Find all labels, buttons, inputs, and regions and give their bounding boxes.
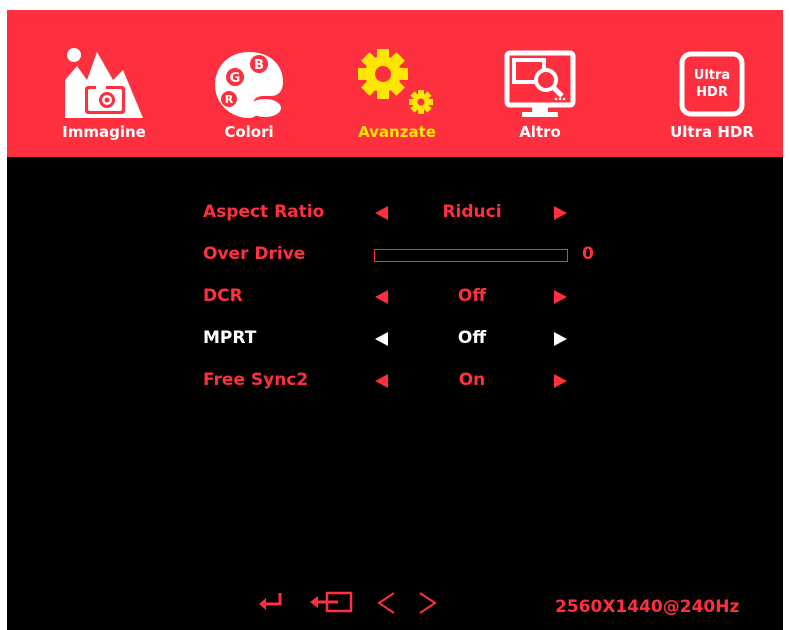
exit-icon[interactable] xyxy=(310,590,354,618)
setting-over-drive[interactable]: Over Drive 0 xyxy=(7,240,783,270)
tab-avanzate[interactable]: Avanzate xyxy=(332,10,462,157)
setting-free-sync2[interactable]: Free Sync2 On xyxy=(7,366,783,396)
arrow-left-icon[interactable] xyxy=(375,332,388,346)
setting-value: Off xyxy=(457,286,487,306)
hdr-badge-line1: Ultra xyxy=(694,68,730,83)
setting-label: DCR xyxy=(203,286,243,306)
setting-label: MPRT xyxy=(203,328,257,348)
setting-mprt[interactable]: MPRT Off xyxy=(7,324,783,354)
setting-value: Riduci xyxy=(442,202,502,222)
arrow-left-icon[interactable] xyxy=(375,374,388,388)
setting-label: Over Drive xyxy=(203,244,306,264)
color-palette-icon: B G R xyxy=(213,50,285,124)
hdr-badge-line2: HDR xyxy=(696,85,728,100)
arrow-right-icon[interactable] xyxy=(554,206,567,220)
over-drive-slider[interactable] xyxy=(374,249,568,262)
setting-label: Aspect Ratio xyxy=(203,202,325,222)
tab-colori[interactable]: B G R Colori xyxy=(184,10,314,157)
enter-icon[interactable] xyxy=(257,590,285,618)
image-icon xyxy=(63,46,145,122)
ultra-hdr-icon: Ultra HDR xyxy=(679,51,745,121)
tab-label: Immagine xyxy=(62,123,146,141)
arrow-right-icon[interactable] xyxy=(554,332,567,346)
tab-immagine[interactable]: Immagine xyxy=(39,10,169,157)
setting-value: 0 xyxy=(582,244,594,264)
palette-letter-g: G xyxy=(230,71,241,86)
setting-value: Off xyxy=(457,328,487,348)
monitor-search-icon xyxy=(504,50,576,122)
left-icon[interactable] xyxy=(375,590,399,620)
gear-icon xyxy=(355,48,439,122)
tab-label: Ultra HDR xyxy=(670,123,754,141)
arrow-right-icon[interactable] xyxy=(554,374,567,388)
right-icon[interactable] xyxy=(415,590,439,620)
palette-letter-r: R xyxy=(225,93,234,106)
tab-label: Altro xyxy=(519,123,561,141)
arrow-right-icon[interactable] xyxy=(554,290,567,304)
setting-dcr[interactable]: DCR Off xyxy=(7,282,783,312)
osd-menu: Immagine B G R Colori Avanzate Altro Ult… xyxy=(7,10,783,630)
resolution-readout: 2560X1440@240Hz xyxy=(555,597,740,617)
palette-letter-b: B xyxy=(254,58,264,73)
tab-ultra-hdr[interactable]: Ultra HDR Ultra HDR xyxy=(647,10,777,157)
tab-bar: Immagine B G R Colori Avanzate Altro Ult… xyxy=(7,10,783,157)
tab-label: Colori xyxy=(224,123,274,141)
setting-value: On xyxy=(458,370,486,390)
tab-altro[interactable]: Altro xyxy=(475,10,605,157)
arrow-left-icon[interactable] xyxy=(375,290,388,304)
setting-aspect-ratio[interactable]: Aspect Ratio Riduci xyxy=(7,198,783,228)
tab-label: Avanzate xyxy=(358,123,436,141)
setting-label: Free Sync2 xyxy=(203,370,309,390)
arrow-left-icon[interactable] xyxy=(375,206,388,220)
